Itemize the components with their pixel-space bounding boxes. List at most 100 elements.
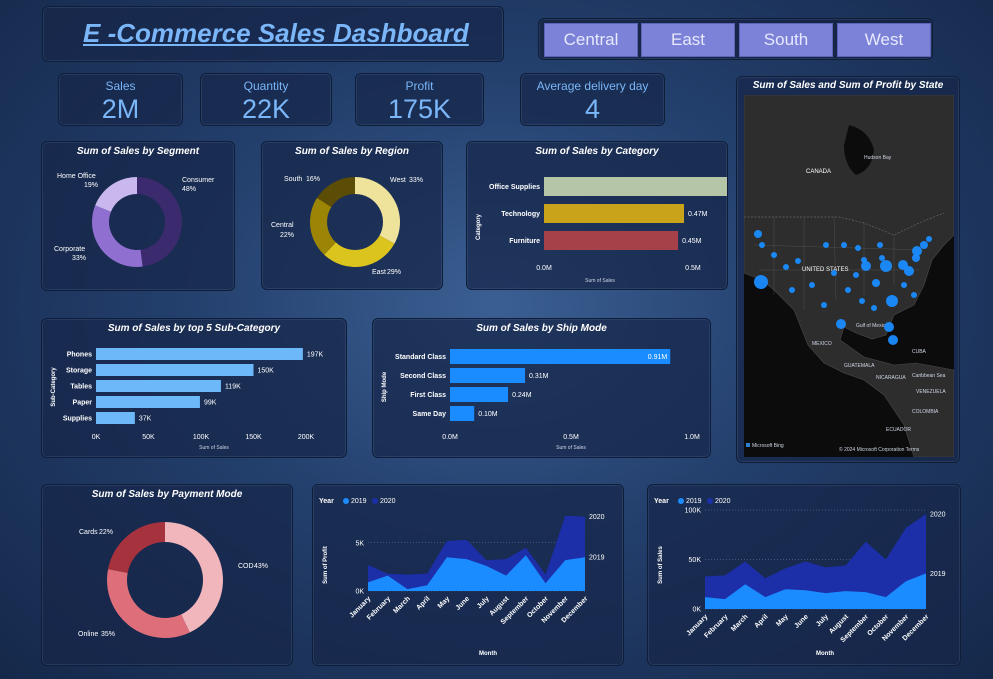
y-axis-title: Category [476,213,482,240]
map-label-gulf-of-mexico: Gulf of Mexico [856,323,888,329]
state-bubble[interactable] [880,260,892,272]
state-bubble[interactable] [795,258,801,264]
legend-marker-2019 [343,498,349,504]
state-bubble[interactable] [884,322,894,332]
category-chart-panel: Sum of Sales by Category Office Supplies… [466,141,728,290]
y-tick-label: 5K [355,540,364,547]
donut-slice-east[interactable] [324,235,395,267]
map-label-cuba: CUBA [912,349,927,355]
legend-west: West [390,177,406,184]
state-bubble[interactable] [836,319,846,329]
state-bubble[interactable] [926,236,932,242]
slicer-button-east[interactable]: East [641,23,735,57]
state-bubble[interactable] [912,246,922,256]
x-tick-label: June [455,595,472,612]
legend-home-office: Home Office [57,173,96,180]
segment-chart-panel: Sum of Sales by Segment Consumer 48% Cor… [41,141,235,291]
data-label: 0.10M [478,411,498,418]
state-bubble[interactable] [783,264,789,270]
state-bubble[interactable] [789,287,795,293]
state-bubble[interactable] [886,295,898,307]
bar-supplies[interactable] [96,412,135,424]
state-bubble[interactable] [877,242,883,248]
x-axis-title: Sum of Sales [585,278,615,284]
bar-phones[interactable] [96,348,303,360]
map-canvas[interactable]: Hudson Bay CANADA UNITED STATES Gulf of … [744,95,954,457]
donut-slice-consumer[interactable] [137,177,183,267]
data-label: 119K [225,384,241,391]
kpi-value: 175K [387,94,452,124]
tick-label: 0.0M [536,265,552,272]
kpi-profit: Profit 175K [355,73,484,126]
state-bubble[interactable] [920,241,928,249]
state-bubble[interactable] [809,282,815,288]
region-slicer: Central East South West [538,18,933,60]
bar-standard-class[interactable] [450,349,671,364]
donut-slice-cards[interactable] [108,522,165,573]
map-label-united-states: UNITED STATES [802,267,848,273]
state-bubble[interactable] [861,261,871,271]
legend-title: Year [654,498,669,505]
donut-slice-west[interactable] [355,177,400,244]
map-label-ecuador: ECUADOR [886,427,911,433]
category-label: Office Supplies [489,184,540,191]
kpi-average-delivery-day: Average delivery day 4 [520,73,665,126]
state-bubble[interactable] [754,275,768,289]
state-bubble[interactable] [831,270,837,276]
bar-paper[interactable] [96,396,200,408]
x-tick-label: July [815,613,830,628]
state-bubble[interactable] [855,245,861,251]
bar-tables[interactable] [96,380,221,392]
bar-first-class[interactable] [450,387,509,402]
state-bubble[interactable] [911,292,917,298]
category-label: Same Day [413,411,447,418]
category-label: First Class [410,392,446,399]
region-chart-panel: Sum of Sales by Region West 33% East 29%… [261,141,443,290]
series-end-label: 2019 [589,555,605,562]
shipmode-bar-chart: Standard Class 0.91M Second Class 0.31M Firs… [382,349,700,451]
category-label: Phones [67,352,92,359]
bar-furniture[interactable] [544,231,679,250]
state-bubble[interactable] [888,335,898,345]
state-bubble[interactable] [821,302,827,308]
state-bubble[interactable] [759,242,765,248]
slicer-button-central[interactable]: Central [544,23,638,57]
bar-second-class[interactable] [450,368,526,383]
bar-storage[interactable] [96,364,254,376]
donut-slice-online[interactable] [107,569,190,638]
slicer-button-west[interactable]: West [837,23,931,57]
bar-technology[interactable] [544,204,685,223]
x-axis-title: Month [479,651,497,657]
state-bubble[interactable] [853,272,859,278]
donut-slice-corporate[interactable] [92,205,143,267]
value-east: 29% [387,269,401,276]
state-bubble[interactable] [872,279,880,287]
data-label: 197K [307,352,324,359]
tick-label: 0.0M [442,434,458,441]
state-bubble[interactable] [879,255,885,261]
state-bubble[interactable] [841,242,847,248]
tick-label: 0.5M [563,434,579,441]
y-tick-label: 100K [685,508,702,515]
state-bubble[interactable] [845,287,851,293]
category-label: Standard Class [395,354,446,361]
map-label-caribbean-sea: Caribbean Sea [912,373,946,379]
bar-office-supplies[interactable] [544,177,727,196]
x-tick-label: May [437,595,452,610]
state-bubble[interactable] [754,230,762,238]
bar-same-day[interactable] [450,406,475,421]
state-bubble[interactable] [871,305,877,311]
slicer-button-south[interactable]: South [739,23,833,57]
category-label: Furniture [509,238,540,245]
donut-slice-home-office[interactable] [95,177,137,212]
state-bubble[interactable] [823,242,829,248]
subcategory-chart-panel: Sum of Sales by top 5 Sub-Category Phone… [41,318,347,458]
category-label: Tables [70,384,92,391]
donut-slice-cod[interactable] [165,522,223,633]
state-bubble[interactable] [771,252,777,258]
data-label: 0.47M [688,211,708,218]
donut-slice-central[interactable] [310,197,336,255]
state-bubble[interactable] [904,266,914,276]
state-bubble[interactable] [901,282,907,288]
state-bubble[interactable] [859,298,865,304]
